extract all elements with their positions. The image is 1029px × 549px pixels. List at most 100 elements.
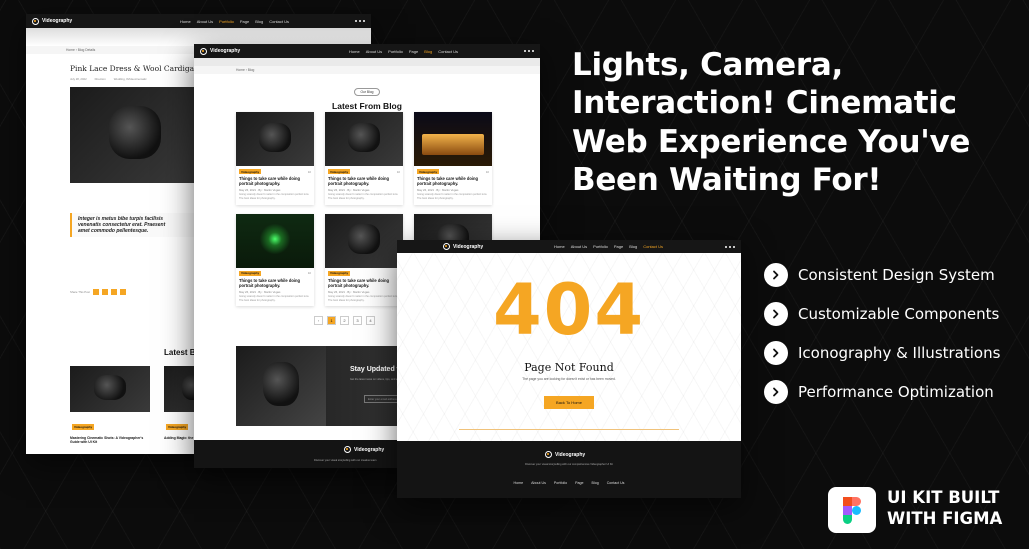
- footer-link[interactable]: About Us: [531, 481, 546, 485]
- footer-link[interactable]: Page: [575, 481, 583, 485]
- blog-card[interactable]: Videography10Things to take care while d…: [325, 213, 403, 307]
- card-excerpt: Going scaredy doesn't matter in the comp…: [328, 193, 399, 201]
- blog-card[interactable]: Videography10Things to take care while d…: [325, 112, 403, 205]
- feature-item: Customizable Components: [764, 302, 1000, 326]
- blog-card[interactable]: Videography10Things to take care while d…: [236, 112, 314, 205]
- comment-count: 10: [307, 169, 311, 174]
- card-title[interactable]: Things to take care while doing portrait…: [239, 176, 311, 186]
- nav-home[interactable]: Home: [180, 19, 191, 24]
- nav-about[interactable]: About Us: [197, 19, 213, 24]
- instagram-icon[interactable]: [119, 289, 126, 295]
- post-category: Direction: [94, 77, 106, 81]
- blog-card[interactable]: Videography10Things to take care while d…: [236, 213, 314, 307]
- navbar: Videography Home About Us Portfolio Page…: [397, 240, 741, 253]
- nav-contact[interactable]: Contact Us: [269, 19, 289, 24]
- section-pill: Our Blog: [354, 88, 380, 96]
- footer-link[interactable]: Portfolio: [554, 481, 567, 485]
- card-title[interactable]: Things to take care while doing portrait…: [239, 278, 311, 288]
- promo-banner: Videography Home About Us Portfolio Page…: [0, 0, 1029, 549]
- nav-portfolio[interactable]: Portfolio: [388, 49, 403, 54]
- footer-link[interactable]: Home: [514, 481, 524, 485]
- menu-dots-icon[interactable]: [524, 50, 534, 52]
- nav-page[interactable]: Page: [240, 19, 249, 24]
- footer: Videography Discover your visual storyte…: [397, 441, 741, 498]
- page-button[interactable]: 2: [340, 316, 349, 325]
- feature-label: Customizable Components: [798, 305, 1000, 323]
- footer-link[interactable]: Contact Us: [607, 481, 625, 485]
- menu-dots-icon[interactable]: [725, 245, 735, 248]
- nav-about[interactable]: About Us: [366, 49, 382, 54]
- feature-list: Consistent Design System Customizable Co…: [764, 263, 1000, 404]
- card-image: [325, 112, 403, 166]
- card-image: [236, 112, 314, 166]
- page-button[interactable]: 3: [353, 316, 362, 325]
- card-meta: May 26, 2021 · By : Martin Vegas: [328, 188, 370, 193]
- camera-logo-icon: [200, 47, 207, 55]
- mockup-404: Videography Home About Us Portfolio Page…: [397, 240, 741, 498]
- linkedin-icon[interactable]: [110, 289, 117, 295]
- nav-home[interactable]: Home: [349, 49, 360, 54]
- nav-blog[interactable]: Blog: [255, 19, 263, 24]
- menu-dots-icon[interactable]: [355, 20, 365, 22]
- nav-contact[interactable]: Contact Us: [643, 244, 663, 249]
- post-date: July 28, 2022: [70, 77, 87, 81]
- breadcrumb-home[interactable]: Home: [66, 48, 75, 52]
- post-tags: Wedding, #Videocinematic: [113, 77, 147, 81]
- related-card[interactable]: Videography Mastering Cinematic Shots: A…: [70, 366, 150, 445]
- camera-logo-icon: [443, 243, 450, 250]
- brand-logo[interactable]: Videography: [443, 243, 483, 250]
- page-button[interactable]: 1: [327, 316, 336, 325]
- card-excerpt: Going scaredy doesn't matter in the comp…: [239, 193, 310, 201]
- footer-tagline: Discover your visual storytelling with o…: [525, 463, 613, 466]
- comment-count: 10: [307, 271, 311, 276]
- footer-logo[interactable]: Videography: [545, 451, 585, 458]
- brand-logo[interactable]: Videography: [200, 47, 240, 55]
- twitter-icon[interactable]: [101, 289, 108, 295]
- brand-name: Videography: [354, 446, 385, 453]
- feature-item: Performance Optimization: [764, 380, 1000, 404]
- quote-line: amet commodo pellentesque.: [78, 228, 149, 234]
- nav-contact[interactable]: Contact Us: [438, 49, 458, 54]
- nav-home[interactable]: Home: [554, 244, 565, 249]
- headline-line: Been Waiting For!: [572, 162, 882, 199]
- card-tag: Videography: [72, 424, 95, 430]
- page-button[interactable]: 4: [366, 316, 375, 325]
- footer-link[interactable]: Blog: [592, 481, 599, 485]
- nav-menu: Home About Us Portfolio Page Blog Contac…: [554, 244, 663, 249]
- card-title[interactable]: Mastering Cinematic Shots: A Videographe…: [70, 436, 150, 445]
- nav-portfolio[interactable]: Portfolio: [219, 19, 234, 24]
- camera-logo-icon: [545, 451, 552, 458]
- nav-blog[interactable]: Blog: [629, 244, 637, 249]
- figma-logo-icon: [828, 487, 876, 533]
- footer-logo[interactable]: Videography: [344, 446, 384, 453]
- card-title[interactable]: Things to take care while doing portrait…: [417, 176, 489, 186]
- brand-logo[interactable]: Videography: [32, 17, 72, 25]
- headline-line: Web Experience You've: [572, 123, 971, 160]
- feature-label: Performance Optimization: [798, 383, 994, 401]
- card-image: [325, 213, 403, 268]
- camera-logo-icon: [344, 446, 351, 453]
- feature-item: Iconography & Illustrations: [764, 341, 1000, 365]
- nav-blog[interactable]: Blog: [424, 49, 432, 54]
- nav-page[interactable]: Page: [614, 244, 623, 249]
- nav-page[interactable]: Page: [409, 49, 418, 54]
- nav-menu: Home About Us Portfolio Page Blog Contac…: [180, 19, 289, 24]
- card-tag: Videography: [417, 169, 440, 175]
- nav-portfolio[interactable]: Portfolio: [593, 244, 608, 249]
- nav-about[interactable]: About Us: [571, 244, 587, 249]
- navbar: Videography Home About Us Portfolio Page…: [194, 44, 540, 58]
- blog-card[interactable]: Videography10Things to take care while d…: [414, 112, 492, 205]
- breadcrumb: Home › Blog: [194, 66, 540, 74]
- card-title[interactable]: Things to take care while doing portrait…: [328, 278, 400, 288]
- card-title[interactable]: Things to take care while doing portrait…: [328, 176, 400, 186]
- headline: Lights, Camera, Interaction! Cinematic W…: [572, 46, 1012, 200]
- breadcrumb-home[interactable]: Home: [236, 68, 245, 72]
- post-meta: July 28, 2022 Direction Wedding, #Videoc…: [70, 77, 200, 81]
- prev-page-button[interactable]: ‹: [314, 316, 323, 325]
- card-meta: May 26, 2021 · By : Martin Vegas: [417, 188, 459, 193]
- post-image: [70, 87, 200, 183]
- facebook-icon[interactable]: [92, 289, 99, 295]
- back-home-button[interactable]: Back To Home: [544, 396, 594, 409]
- check-icon: [764, 341, 788, 365]
- divider: [459, 429, 679, 430]
